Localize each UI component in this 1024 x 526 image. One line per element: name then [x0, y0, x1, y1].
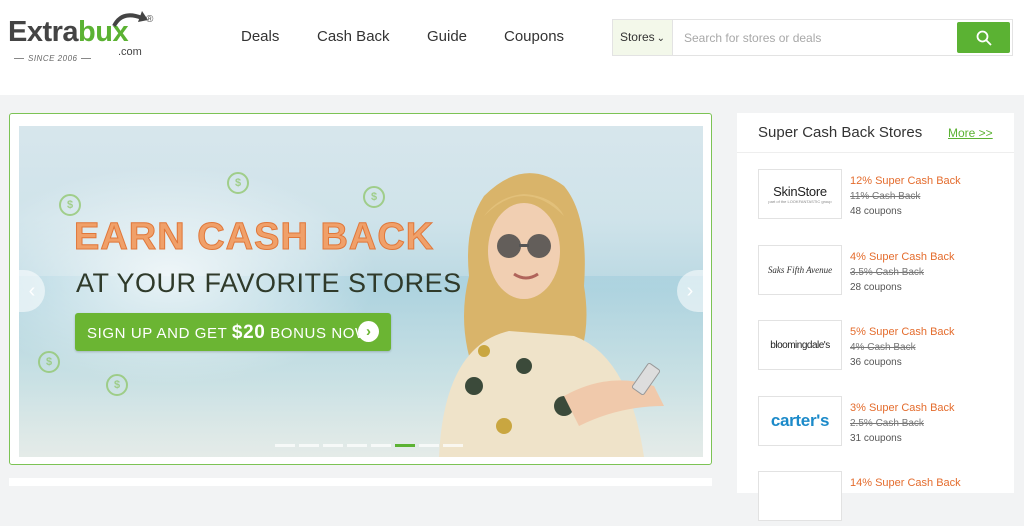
- old-rate: 4% Cash Back: [850, 342, 916, 353]
- coin-icon: $: [106, 374, 128, 396]
- signup-bonus-button[interactable]: SIGN UP AND GET $20 BONUS NOW! ›: [75, 313, 391, 351]
- store-item[interactable]: Saks Fifth Avenue 4% Super Cash Back 3.5…: [758, 245, 998, 300]
- carousel-dot-active[interactable]: [395, 444, 415, 447]
- carousel-dot[interactable]: [299, 444, 319, 447]
- store-item[interactable]: carter's 3% Super Cash Back 2.5% Cash Ba…: [758, 396, 998, 451]
- super-rate: 5% Super Cash Back: [850, 326, 955, 338]
- super-rate: 12% Super Cash Back: [850, 175, 961, 187]
- store-item[interactable]: SkinStore part of the LOOKFANTASTIC grou…: [758, 169, 998, 224]
- search-button[interactable]: [957, 22, 1010, 53]
- hero-slide[interactable]: $ $ $ $ $ EARN CASH BACK AT YOUR FAVORIT…: [19, 126, 703, 457]
- coupon-count: 28 coupons: [850, 282, 902, 293]
- logo-since: SINCE 2006: [10, 54, 95, 63]
- super-rate: 4% Super Cash Back: [850, 251, 955, 263]
- store-logo[interactable]: Saks Fifth Avenue: [758, 245, 842, 295]
- coin-icon: $: [363, 186, 385, 208]
- carousel-dot[interactable]: [323, 444, 343, 447]
- extrabux-logo[interactable]: Extrabux ® .com SINCE 2006: [8, 8, 158, 70]
- old-rate: 2.5% Cash Back: [850, 418, 924, 429]
- content-strip: [9, 478, 712, 486]
- old-rate: 11% Cash Back: [850, 191, 921, 202]
- hero-subheadline: AT YOUR FAVORITE STORES: [76, 268, 462, 298]
- carousel-dot[interactable]: [275, 444, 295, 447]
- nav-guide[interactable]: Guide: [427, 28, 467, 45]
- carousel-dot[interactable]: [371, 444, 391, 447]
- super-cash-back-panel: Super Cash Back Stores More >> SkinStore…: [737, 113, 1014, 521]
- store-logo[interactable]: [758, 471, 842, 521]
- super-rate: 3% Super Cash Back: [850, 402, 955, 414]
- panel-title: Super Cash Back Stores: [758, 124, 923, 141]
- old-rate: 3.5% Cash Back: [850, 267, 924, 278]
- store-item[interactable]: 14% Super Cash Back: [758, 471, 998, 526]
- coupon-count: 31 coupons: [850, 433, 902, 444]
- hero-carousel: $ $ $ $ $ EARN CASH BACK AT YOUR FAVORIT…: [9, 113, 712, 465]
- carousel-dot[interactable]: [347, 444, 367, 447]
- coupon-count: 36 coupons: [850, 357, 902, 368]
- store-logo[interactable]: carter's: [758, 396, 842, 446]
- hero-headline: EARN CASH BACK: [73, 216, 435, 259]
- store-logo[interactable]: SkinStore part of the LOOKFANTASTIC grou…: [758, 169, 842, 219]
- nav-coupons[interactable]: Coupons: [504, 28, 564, 45]
- coupon-count: 48 coupons: [850, 206, 902, 217]
- site-header: Extrabux ® .com SINCE 2006 Deals Cash Ba…: [0, 0, 1024, 95]
- chevron-right-icon: ›: [358, 321, 379, 342]
- carousel-dot[interactable]: [443, 444, 463, 447]
- search-bar: Stores ⌄: [612, 19, 1013, 56]
- carousel-indicators: [275, 444, 463, 447]
- coin-icon: $: [59, 194, 81, 216]
- logo-arrows-icon: [112, 11, 148, 28]
- nav-cash-back[interactable]: Cash Back: [317, 28, 390, 45]
- super-rate: 14% Super Cash Back: [850, 477, 961, 489]
- search-icon: [976, 30, 992, 46]
- coin-icon: $: [38, 351, 60, 373]
- coin-icon: $: [227, 172, 249, 194]
- store-item[interactable]: bloomingdale's 5% Super Cash Back 4% Cas…: [758, 320, 998, 375]
- store-logo[interactable]: bloomingdale's: [758, 320, 842, 370]
- hero-woman-photo: [439, 173, 664, 457]
- more-stores-link[interactable]: More >>: [948, 126, 993, 140]
- panel-header: Super Cash Back Stores More >>: [737, 113, 1014, 153]
- carousel-dot[interactable]: [419, 444, 439, 447]
- search-input[interactable]: [673, 20, 956, 55]
- chevron-down-icon: ⌄: [656, 33, 666, 44]
- nav-deals[interactable]: Deals: [241, 28, 279, 45]
- search-scope-select[interactable]: Stores ⌄: [613, 20, 673, 55]
